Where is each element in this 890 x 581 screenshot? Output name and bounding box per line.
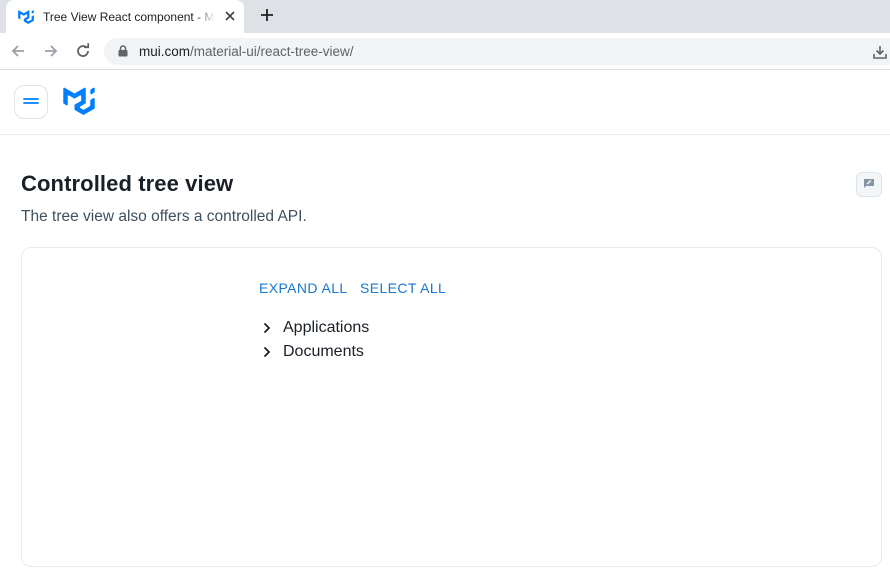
- download-icon[interactable]: [872, 44, 888, 60]
- browser-tab[interactable]: Tree View React component - MUI: [6, 0, 244, 33]
- chevron-right-icon[interactable]: [259, 320, 275, 336]
- lock-icon: [118, 45, 128, 57]
- reload-icon[interactable]: [73, 41, 93, 61]
- new-tab-icon[interactable]: [256, 4, 278, 26]
- url-host: mui.com: [139, 44, 191, 59]
- url-text: mui.com/material-ui/react-tree-view/: [139, 44, 354, 59]
- tree-item-documents[interactable]: Documents: [259, 341, 364, 363]
- browser-tabstrip: Tree View React component - MUI: [0, 0, 890, 33]
- expand-all-button[interactable]: EXPAND ALL: [259, 280, 348, 296]
- mui-logo-icon[interactable]: [63, 87, 95, 115]
- menu-icon: [23, 93, 39, 111]
- browser-toolbar: mui.com/material-ui/react-tree-view/: [0, 33, 890, 70]
- site-header: [0, 70, 890, 135]
- tree-item-label: Documents: [283, 343, 364, 360]
- demo-container: [21, 247, 882, 567]
- tree-item-label: Applications: [283, 319, 370, 336]
- mui-favicon-icon: [18, 9, 34, 25]
- feedback-button[interactable]: [856, 172, 882, 197]
- chevron-right-icon[interactable]: [259, 344, 275, 360]
- tab-title: Tree View React component - MUI: [43, 9, 215, 24]
- select-all-button[interactable]: SELECT ALL: [360, 280, 446, 296]
- feedback-icon: [863, 176, 875, 194]
- back-arrow-icon[interactable]: [8, 41, 28, 61]
- url-path: /material-ui/react-tree-view/: [190, 44, 354, 59]
- menu-button[interactable]: [14, 85, 48, 119]
- tree-item-applications[interactable]: Applications: [259, 317, 369, 339]
- address-bar[interactable]: mui.com/material-ui/react-tree-view/: [104, 38, 890, 65]
- section-description: The tree view also offers a controlled A…: [21, 208, 307, 225]
- close-tab-icon[interactable]: [222, 8, 238, 24]
- forward-arrow-icon[interactable]: [41, 41, 61, 61]
- section-title: Controlled tree view: [21, 171, 234, 196]
